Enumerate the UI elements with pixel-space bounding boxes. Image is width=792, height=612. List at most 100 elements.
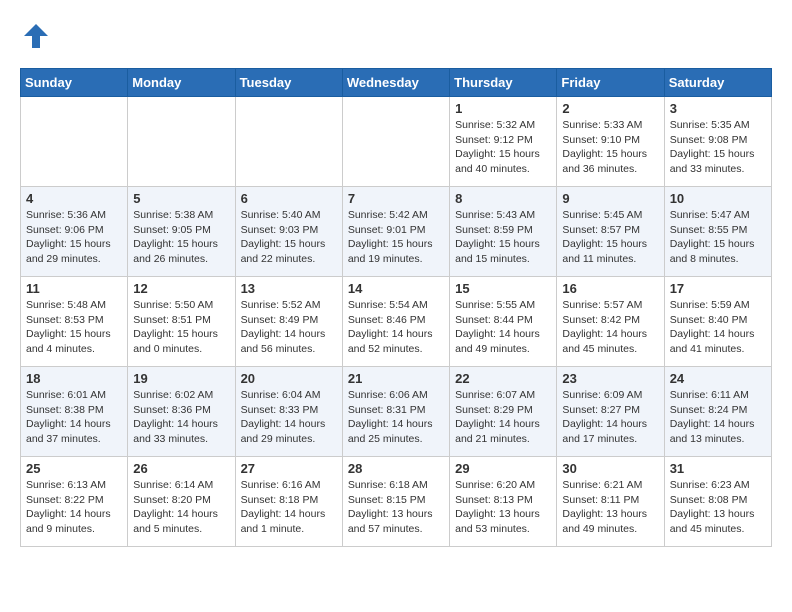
calendar-header: SundayMondayTuesdayWednesdayThursdayFrid… [21,69,772,97]
page-header [20,20,772,52]
calendar-cell: 10 Sunrise: 5:47 AM Sunset: 8:55 PM Dayli… [664,187,771,277]
day-info: Sunrise: 5:59 AM Sunset: 8:40 PM Dayligh… [670,298,766,357]
day-info: Sunrise: 6:23 AM Sunset: 8:08 PM Dayligh… [670,478,766,537]
week-row-1: 1 Sunrise: 5:32 AM Sunset: 9:12 PM Daylig… [21,97,772,187]
day-info: Sunrise: 5:32 AM Sunset: 9:12 PM Dayligh… [455,118,551,177]
calendar-cell: 14Sunrise: 5:54 AM Sunset: 8:46 PM Dayli… [342,277,449,367]
calendar-cell: 12 Sunrise: 5:50 AM Sunset: 8:51 PM Dayli… [128,277,235,367]
calendar-cell: 13Sunrise: 5:52 AM Sunset: 8:49 PM Dayli… [235,277,342,367]
day-info: Sunrise: 6:14 AM Sunset: 8:20 PM Dayligh… [133,478,229,537]
calendar-cell: 22 Sunrise: 6:07 AM Sunset: 8:29 PM Dayli… [450,367,557,457]
calendar-cell: 26 Sunrise: 6:14 AM Sunset: 8:20 PM Dayli… [128,457,235,547]
day-info: Sunrise: 5:42 AM Sunset: 9:01 PM Dayligh… [348,208,444,267]
calendar-cell: 17 Sunrise: 5:59 AM Sunset: 8:40 PM Dayli… [664,277,771,367]
calendar-cell: 28Sunrise: 6:18 AM Sunset: 8:15 PM Dayli… [342,457,449,547]
day-number: 29 [455,461,551,476]
day-info: Sunrise: 5:36 AM Sunset: 9:06 PM Dayligh… [26,208,122,267]
calendar-cell: 19 Sunrise: 6:02 AM Sunset: 8:36 PM Dayli… [128,367,235,457]
weekday-header-sunday: Sunday [21,69,128,97]
day-number: 24 [670,371,766,386]
calendar-cell: 25Sunrise: 6:13 AM Sunset: 8:22 PM Dayli… [21,457,128,547]
day-number: 21 [348,371,444,386]
calendar-cell [342,97,449,187]
calendar-cell: 6 Sunrise: 5:40 AM Sunset: 9:03 PM Daylig… [235,187,342,277]
day-number: 13 [241,281,337,296]
day-number: 28 [348,461,444,476]
day-info: Sunrise: 5:47 AM Sunset: 8:55 PM Dayligh… [670,208,766,267]
day-info: Sunrise: 5:40 AM Sunset: 9:03 PM Dayligh… [241,208,337,267]
day-number: 23 [562,371,658,386]
calendar-cell: 8 Sunrise: 5:43 AM Sunset: 8:59 PM Daylig… [450,187,557,277]
calendar-table: SundayMondayTuesdayWednesdayThursdayFrid… [20,68,772,547]
day-number: 16 [562,281,658,296]
day-info: Sunrise: 5:35 AM Sunset: 9:08 PM Dayligh… [670,118,766,177]
day-number: 27 [241,461,337,476]
logo-icon [20,20,52,52]
calendar-cell: 7 Sunrise: 5:42 AM Sunset: 9:01 PM Daylig… [342,187,449,277]
day-info: Sunrise: 5:50 AM Sunset: 8:51 PM Dayligh… [133,298,229,357]
week-row-5: 25Sunrise: 6:13 AM Sunset: 8:22 PM Dayli… [21,457,772,547]
weekday-row: SundayMondayTuesdayWednesdayThursdayFrid… [21,69,772,97]
day-number: 12 [133,281,229,296]
week-row-2: 4 Sunrise: 5:36 AM Sunset: 9:06 PM Daylig… [21,187,772,277]
day-number: 15 [455,281,551,296]
day-number: 3 [670,101,766,116]
calendar-cell: 9Sunrise: 5:45 AM Sunset: 8:57 PM Daylig… [557,187,664,277]
day-number: 8 [455,191,551,206]
calendar-cell: 31 Sunrise: 6:23 AM Sunset: 8:08 PM Dayli… [664,457,771,547]
day-number: 17 [670,281,766,296]
calendar-cell: 4 Sunrise: 5:36 AM Sunset: 9:06 PM Daylig… [21,187,128,277]
day-info: Sunrise: 6:20 AM Sunset: 8:13 PM Dayligh… [455,478,551,537]
day-number: 18 [26,371,122,386]
calendar-cell: 1 Sunrise: 5:32 AM Sunset: 9:12 PM Daylig… [450,97,557,187]
calendar-cell: 23 Sunrise: 6:09 AM Sunset: 8:27 PM Dayli… [557,367,664,457]
day-info: Sunrise: 5:38 AM Sunset: 9:05 PM Dayligh… [133,208,229,267]
day-number: 2 [562,101,658,116]
day-info: Sunrise: 6:11 AM Sunset: 8:24 PM Dayligh… [670,388,766,447]
calendar-cell: 5 Sunrise: 5:38 AM Sunset: 9:05 PM Daylig… [128,187,235,277]
day-number: 9 [562,191,658,206]
calendar-cell: 18Sunrise: 6:01 AM Sunset: 8:38 PM Dayli… [21,367,128,457]
calendar-cell: 2Sunrise: 5:33 AM Sunset: 9:10 PM Daylig… [557,97,664,187]
weekday-header-tuesday: Tuesday [235,69,342,97]
day-info: Sunrise: 6:02 AM Sunset: 8:36 PM Dayligh… [133,388,229,447]
day-number: 4 [26,191,122,206]
weekday-header-monday: Monday [128,69,235,97]
day-info: Sunrise: 6:21 AM Sunset: 8:11 PM Dayligh… [562,478,658,537]
week-row-3: 11 Sunrise: 5:48 AM Sunset: 8:53 PM Dayli… [21,277,772,367]
day-info: Sunrise: 5:54 AM Sunset: 8:46 PM Dayligh… [348,298,444,357]
day-info: Sunrise: 6:16 AM Sunset: 8:18 PM Dayligh… [241,478,337,537]
calendar-cell: 15 Sunrise: 5:55 AM Sunset: 8:44 PM Dayli… [450,277,557,367]
calendar-cell [21,97,128,187]
day-number: 10 [670,191,766,206]
weekday-header-thursday: Thursday [450,69,557,97]
day-info: Sunrise: 6:04 AM Sunset: 8:33 PM Dayligh… [241,388,337,447]
weekday-header-wednesday: Wednesday [342,69,449,97]
day-info: Sunrise: 5:48 AM Sunset: 8:53 PM Dayligh… [26,298,122,357]
calendar-cell: 29 Sunrise: 6:20 AM Sunset: 8:13 PM Dayli… [450,457,557,547]
day-number: 22 [455,371,551,386]
day-info: Sunrise: 6:07 AM Sunset: 8:29 PM Dayligh… [455,388,551,447]
calendar-cell [235,97,342,187]
calendar-cell: 11 Sunrise: 5:48 AM Sunset: 8:53 PM Dayli… [21,277,128,367]
calendar-cell: 27 Sunrise: 6:16 AM Sunset: 8:18 PM Dayli… [235,457,342,547]
day-info: Sunrise: 6:06 AM Sunset: 8:31 PM Dayligh… [348,388,444,447]
calendar-cell: 24 Sunrise: 6:11 AM Sunset: 8:24 PM Dayli… [664,367,771,457]
day-number: 7 [348,191,444,206]
day-number: 5 [133,191,229,206]
day-number: 6 [241,191,337,206]
day-info: Sunrise: 5:43 AM Sunset: 8:59 PM Dayligh… [455,208,551,267]
calendar-cell: 3 Sunrise: 5:35 AM Sunset: 9:08 PM Daylig… [664,97,771,187]
day-number: 31 [670,461,766,476]
day-number: 11 [26,281,122,296]
day-number: 19 [133,371,229,386]
weekday-header-friday: Friday [557,69,664,97]
day-info: Sunrise: 6:09 AM Sunset: 8:27 PM Dayligh… [562,388,658,447]
weekday-header-saturday: Saturday [664,69,771,97]
logo [20,20,56,52]
calendar-cell: 20Sunrise: 6:04 AM Sunset: 8:33 PM Dayli… [235,367,342,457]
day-number: 1 [455,101,551,116]
day-number: 30 [562,461,658,476]
day-info: Sunrise: 5:55 AM Sunset: 8:44 PM Dayligh… [455,298,551,357]
day-number: 26 [133,461,229,476]
